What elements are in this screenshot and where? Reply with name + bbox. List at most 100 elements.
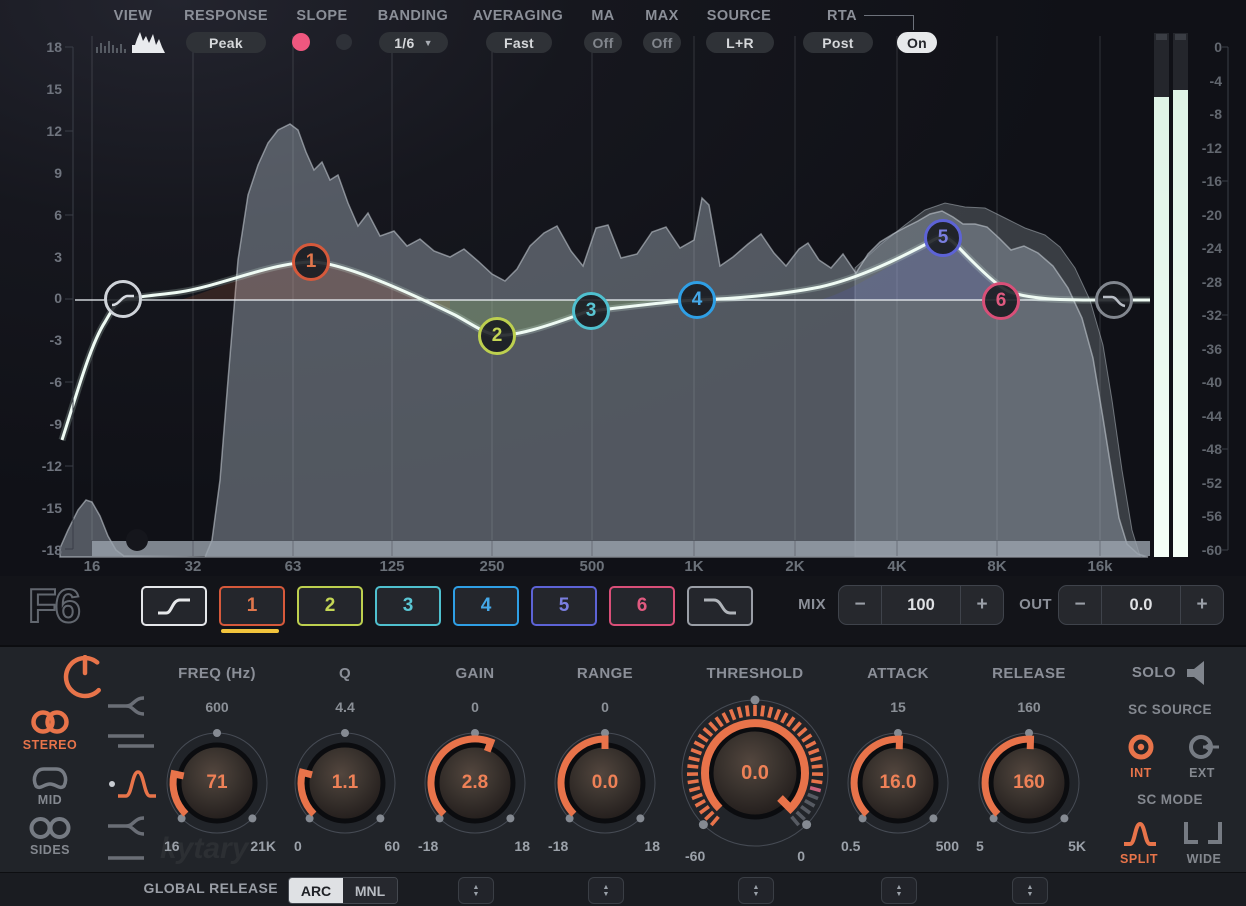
max-toggle[interactable]: Off	[643, 32, 681, 53]
lp-filter-node[interactable]	[1095, 281, 1133, 319]
sc-int-label[interactable]: INT	[1121, 766, 1161, 780]
banding-dropdown[interactable]: 1/6 ▼	[379, 32, 448, 53]
band-button-2[interactable]: 2	[297, 586, 363, 626]
attack-value: 16.0	[838, 723, 958, 843]
band-node-4[interactable]: 4	[678, 281, 716, 319]
band-node-6[interactable]: 6	[982, 282, 1020, 320]
band-node-5[interactable]: 5	[924, 219, 962, 257]
band-button-4[interactable]: 4	[453, 586, 519, 626]
freq-max: 21K	[250, 838, 276, 854]
range-max: 18	[644, 838, 660, 854]
band-button-3[interactable]: 3	[375, 586, 441, 626]
level-meter-left	[1154, 33, 1169, 557]
view-label: VIEW	[100, 8, 166, 24]
sc-wide-label[interactable]: WIDE	[1180, 852, 1228, 866]
averaging-toggle[interactable]: Fast	[486, 32, 552, 53]
sc-split-label[interactable]: SPLIT	[1114, 852, 1164, 866]
release-top-value: 160	[964, 699, 1094, 715]
slope-active-dot[interactable]	[292, 33, 310, 51]
freq-tick: 500	[579, 558, 604, 575]
rta-bracket	[864, 15, 914, 30]
threshold-link-stepper[interactable]: ▲▼	[738, 877, 774, 904]
mix-value[interactable]: 100	[881, 586, 960, 624]
gain-knob-group: GAIN 0 2.8 -18 18	[410, 655, 540, 870]
q-max: 60	[384, 838, 400, 854]
range-link-stepper[interactable]: ▲▼	[588, 877, 624, 904]
q-value: 1.1	[285, 723, 405, 843]
rta-label: RTA	[822, 8, 862, 24]
band-node-1[interactable]: 1	[292, 243, 330, 281]
sc-ext-label[interactable]: EXT	[1182, 766, 1222, 780]
band-node-2[interactable]: 2	[478, 317, 516, 355]
sc-split-icon[interactable]	[1122, 818, 1158, 848]
hp-band-button[interactable]	[141, 586, 207, 626]
stereo-icon[interactable]	[26, 708, 74, 736]
rta-position-toggle[interactable]: Post	[803, 32, 873, 53]
attack-knob-label: ATTACK	[833, 665, 963, 682]
arc-option[interactable]: ARC	[289, 878, 343, 903]
response-toggle[interactable]: Peak	[186, 32, 266, 53]
averaging-label: AVERAGING	[468, 8, 568, 24]
attack-knob-group: ATTACK 15 16.0 0.5 500	[833, 655, 963, 870]
range-top-value: 0	[540, 699, 670, 715]
gain-top-value: 0	[410, 699, 540, 715]
band-button-1[interactable]: 1	[219, 586, 285, 626]
global-release-label: GLOBAL RELEASE	[140, 880, 278, 896]
banding-label: BANDING	[368, 8, 458, 24]
q-knob-label: Q	[280, 665, 410, 682]
threshold-knob-group: THRESHOLD 0.0 -60 0	[675, 655, 835, 870]
release-max: 5K	[1068, 838, 1086, 854]
threshold-min: -60	[685, 848, 705, 864]
release-link-stepper[interactable]: ▲▼	[1012, 877, 1048, 904]
up-arrow-icon: ▲	[896, 884, 903, 891]
stereo-label[interactable]: STEREO	[14, 738, 86, 752]
lp-band-button[interactable]	[687, 586, 753, 626]
mid-label[interactable]: MID	[14, 793, 86, 807]
attack-min: 0.5	[841, 838, 860, 854]
gain-value: 2.8	[415, 723, 535, 843]
sc-ext-icon[interactable]	[1186, 732, 1222, 762]
out-stepper: − 0.0 +	[1058, 585, 1224, 625]
hp-curve-icon	[110, 291, 136, 307]
freq-knob-label: FREQ (Hz)	[152, 665, 282, 682]
out-increment-button[interactable]: +	[1180, 586, 1223, 624]
q-min: 0	[294, 838, 302, 854]
eq-graph[interactable]	[0, 0, 1246, 600]
gain-knob-label: GAIN	[410, 665, 540, 682]
hp-filter-node[interactable]	[104, 280, 142, 318]
db-axis-right: 0 -4 -8 -12 -16 -20 -24 -28 -32 -36 -40 …	[1192, 39, 1222, 558]
band-button-6[interactable]: 6	[609, 586, 675, 626]
spectrum-fill	[60, 124, 1148, 557]
mid-icon[interactable]	[30, 765, 70, 791]
sides-icon[interactable]	[28, 815, 72, 841]
attack-link-stepper[interactable]: ▲▼	[881, 877, 917, 904]
histogram-view-icon[interactable]	[132, 30, 168, 54]
band-node-3[interactable]: 3	[572, 292, 610, 330]
power-button[interactable]	[63, 655, 107, 699]
sc-wide-icon[interactable]	[1184, 820, 1222, 846]
gain-link-stepper[interactable]: ▲▼	[458, 877, 494, 904]
ma-toggle[interactable]: Off	[584, 32, 622, 53]
rta-on-toggle[interactable]: On	[897, 32, 937, 53]
freq-tick: 2K	[785, 558, 804, 575]
out-decrement-button[interactable]: −	[1059, 586, 1101, 624]
band-button-5[interactable]: 5	[531, 586, 597, 626]
mix-decrement-button[interactable]: −	[839, 586, 881, 624]
slope-inactive-dot[interactable]	[336, 34, 352, 50]
source-toggle[interactable]: L+R	[706, 32, 774, 53]
sc-int-icon[interactable]	[1126, 732, 1156, 762]
hp-curve-icon	[155, 596, 193, 616]
solo-speaker-icon[interactable]	[1184, 658, 1214, 688]
attack-top-value: 15	[833, 699, 963, 715]
rta-view-icon[interactable]	[95, 34, 127, 54]
mix-increment-button[interactable]: +	[960, 586, 1003, 624]
attack-max: 500	[936, 838, 959, 854]
f6-logo: F6	[28, 578, 79, 633]
split-shape-icon	[108, 698, 144, 714]
sides-label[interactable]: SIDES	[14, 843, 86, 857]
out-value[interactable]: 0.0	[1101, 586, 1180, 624]
selected-band-underline	[221, 629, 279, 633]
scroll-strip-notch	[126, 529, 148, 551]
mnl-option[interactable]: MNL	[343, 878, 397, 903]
threshold-knob-label: THRESHOLD	[675, 665, 835, 682]
